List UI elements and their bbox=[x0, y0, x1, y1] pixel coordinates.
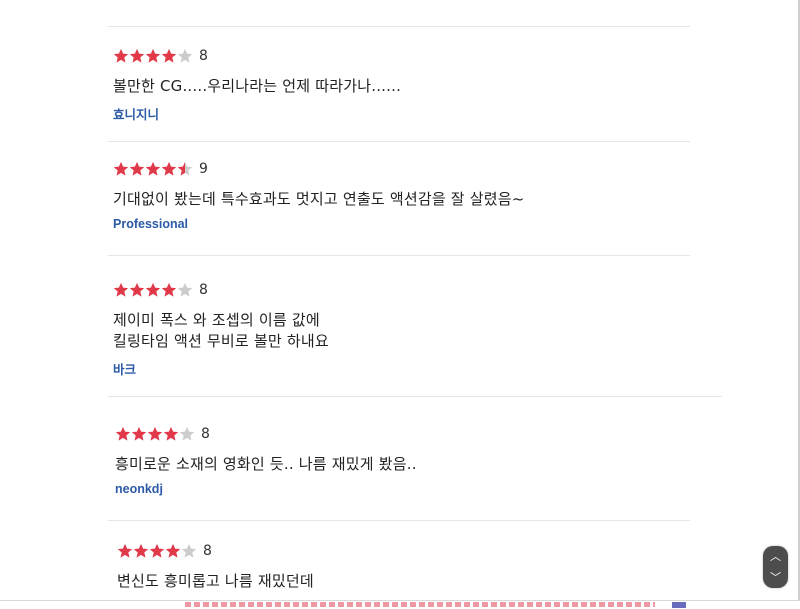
review-author[interactable]: 효니지니 bbox=[113, 104, 713, 123]
rating-row: 8 bbox=[113, 280, 713, 300]
divider bbox=[108, 26, 690, 27]
review-text: 변신도 흥미롭고 나름 재밌던데 bbox=[117, 572, 314, 590]
review-text: 제이미 폭스 와 조셉의 이름 값에 킬링타임 액션 무비로 볼만 하내요 bbox=[113, 310, 713, 352]
star-rating bbox=[113, 48, 193, 64]
review-text: 볼만한 CG.....우리나라는 언제 따라가나...... bbox=[113, 77, 402, 95]
star-filled-icon bbox=[129, 161, 145, 176]
star-filled-icon bbox=[165, 543, 181, 558]
score-value: 9 bbox=[199, 161, 208, 177]
review-author[interactable]: Professional bbox=[113, 217, 713, 231]
divider bbox=[0, 600, 800, 601]
star-filled-icon bbox=[117, 543, 133, 558]
star-filled-icon bbox=[115, 426, 131, 441]
star-rating bbox=[113, 161, 193, 177]
star-filled-icon bbox=[113, 282, 129, 297]
score-value: 8 bbox=[201, 426, 210, 442]
star-empty-icon bbox=[181, 543, 197, 558]
divider bbox=[108, 141, 690, 142]
cut-off-badge bbox=[672, 602, 686, 608]
star-filled-icon bbox=[147, 426, 163, 441]
star-filled-icon bbox=[129, 282, 145, 297]
next-content-strip bbox=[0, 600, 800, 609]
review-item: 8 변신도 흥미롭고 나름 재밌던데 bbox=[117, 541, 717, 592]
star-empty-icon bbox=[177, 282, 193, 297]
star-filled-icon bbox=[133, 543, 149, 558]
star-filled-icon bbox=[113, 161, 129, 176]
star-filled-icon bbox=[149, 543, 165, 558]
review-text-line: 제이미 폭스 와 조셉의 이름 값에 bbox=[113, 311, 320, 329]
star-filled-icon bbox=[163, 426, 179, 441]
review-author[interactable]: neonkdj bbox=[115, 482, 715, 496]
star-rating bbox=[113, 282, 193, 298]
review-item: 8 제이미 폭스 와 조셉의 이름 값에 킬링타임 액션 무비로 볼만 하내요 … bbox=[113, 280, 713, 378]
review-text-line: 킬링타임 액션 무비로 볼만 하내요 bbox=[113, 332, 329, 350]
star-empty-icon bbox=[179, 426, 195, 441]
star-filled-icon bbox=[161, 161, 177, 176]
divider bbox=[108, 396, 722, 397]
scroll-buttons: ︿ ﹀ bbox=[763, 546, 788, 588]
score-value: 8 bbox=[199, 282, 208, 298]
rating-row: 8 bbox=[117, 541, 717, 561]
rating-row: 8 bbox=[115, 424, 715, 444]
divider bbox=[108, 520, 690, 521]
star-filled-icon bbox=[131, 426, 147, 441]
star-filled-icon bbox=[145, 161, 161, 176]
rating-row: 8 bbox=[113, 46, 713, 66]
review-text: 흥미로운 소재의 영화인 듯.. 나름 재밌게 봤음.. bbox=[115, 455, 417, 473]
star-filled-icon bbox=[145, 48, 161, 63]
chevron-down-icon[interactable]: ﹀ bbox=[770, 572, 781, 583]
star-filled-icon bbox=[161, 48, 177, 63]
cut-off-text bbox=[185, 602, 655, 607]
review-item: 8 흥미로운 소재의 영화인 듯.. 나름 재밌게 봤음.. neonkdj bbox=[115, 424, 715, 496]
star-filled-icon bbox=[161, 282, 177, 297]
star-rating bbox=[117, 543, 197, 559]
review-author[interactable]: 바크 bbox=[113, 359, 713, 378]
star-filled-icon bbox=[113, 48, 129, 63]
score-value: 8 bbox=[203, 543, 212, 559]
review-text: 기대없이 봤는데 특수효과도 멋지고 연출도 액션감을 잘 살렸음~ bbox=[113, 190, 525, 208]
star-filled-icon bbox=[145, 282, 161, 297]
star-empty-icon bbox=[177, 48, 193, 63]
review-item: 8 볼만한 CG.....우리나라는 언제 따라가나...... 효니지니 bbox=[113, 46, 713, 123]
star-rating bbox=[115, 426, 195, 442]
review-item: 9 기대없이 봤는데 특수효과도 멋지고 연출도 액션감을 잘 살렸음~ Pro… bbox=[113, 159, 713, 231]
chevron-up-icon[interactable]: ︿ bbox=[770, 551, 781, 562]
star-filled-icon bbox=[129, 48, 145, 63]
score-value: 8 bbox=[199, 48, 208, 64]
review-list-page: 8 볼만한 CG.....우리나라는 언제 따라가나...... 효니지니 9 … bbox=[0, 0, 800, 609]
divider bbox=[108, 255, 690, 256]
rating-row: 9 bbox=[113, 159, 713, 179]
star-half-icon bbox=[177, 161, 193, 176]
